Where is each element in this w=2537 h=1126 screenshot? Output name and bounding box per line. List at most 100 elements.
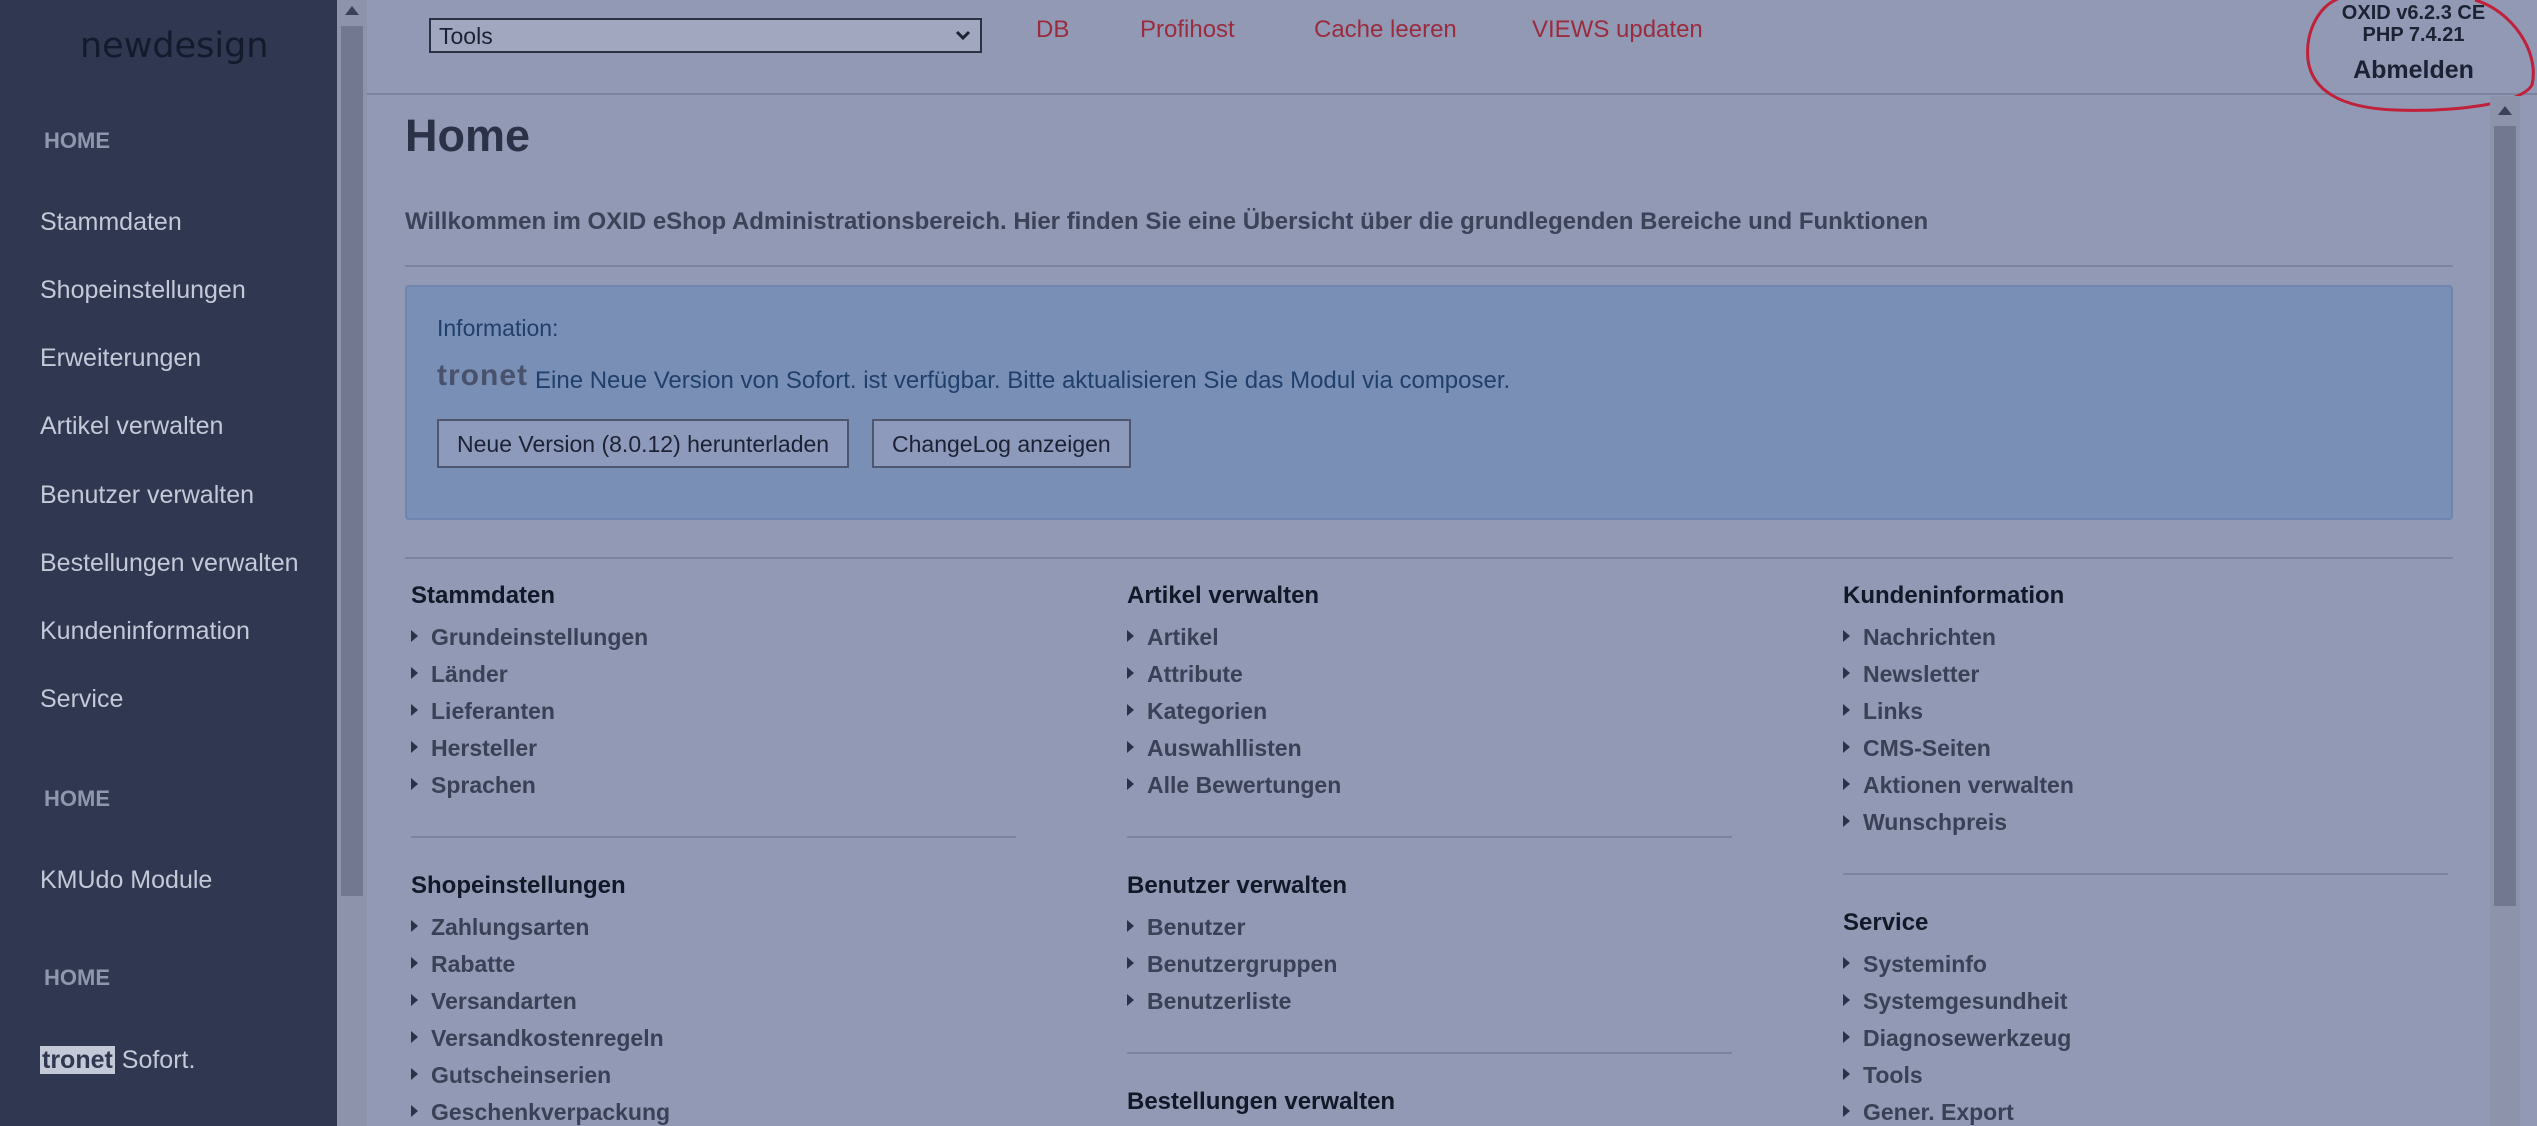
sidebar-item-benutzer-verwalten[interactable]: Benutzer verwalten — [40, 481, 254, 510]
sidebar-item-service[interactable]: Service — [40, 685, 123, 714]
link-gutscheinserien[interactable]: Gutscheinserien — [411, 1062, 611, 1089]
link-cms-seiten[interactable]: CMS-Seiten — [1843, 735, 1991, 762]
link-label: Benutzerliste — [1147, 988, 1292, 1014]
tools-select[interactable]: Tools — [429, 18, 982, 53]
link-systeminfo[interactable]: Systeminfo — [1843, 951, 1987, 978]
link-links[interactable]: Links — [1843, 698, 1923, 725]
link-gener-export[interactable]: Gener. Export — [1843, 1099, 2014, 1126]
caret-right-icon — [1127, 993, 1134, 1006]
scroll-up-arrow-icon[interactable] — [345, 6, 359, 15]
caret-right-icon — [1127, 956, 1134, 969]
caret-right-icon — [1843, 956, 1850, 969]
nav-heading-home[interactable]: HOME — [44, 128, 110, 154]
link-kategorien[interactable]: Kategorien — [1127, 698, 1267, 725]
link-label: Benutzergruppen — [1147, 951, 1338, 977]
link-artikel[interactable]: Artikel — [1127, 624, 1219, 651]
link-sprachen[interactable]: Sprachen — [411, 772, 536, 799]
info-label: Information: — [437, 315, 559, 341]
link-hersteller[interactable]: Hersteller — [411, 735, 537, 762]
section-title-kundeninformation: Kundeninformation — [1843, 582, 2065, 609]
link-label: Auswahllisten — [1147, 735, 1302, 761]
link-label: Lieferanten — [431, 698, 555, 724]
link-rabatte[interactable]: Rabatte — [411, 951, 515, 978]
link-benutzerliste[interactable]: Benutzerliste — [1127, 988, 1291, 1015]
link-auswahllisten[interactable]: Auswahllisten — [1127, 735, 1302, 762]
views-updaten-link[interactable]: VIEWS updaten — [1532, 16, 1703, 44]
caret-right-icon — [411, 629, 418, 642]
sidebar-item-stammdaten[interactable]: Stammdaten — [40, 208, 182, 237]
link-wunschpreis[interactable]: Wunschpreis — [1843, 809, 2007, 836]
sidebar-item-erweiterungen[interactable]: Erweiterungen — [40, 344, 201, 373]
scroll-up-arrow-icon[interactable] — [2498, 106, 2512, 115]
link-nachrichten[interactable]: Nachrichten — [1843, 624, 1996, 651]
profihost-link[interactable]: Profihost — [1140, 16, 1235, 44]
main-scrollbar[interactable] — [2490, 96, 2520, 1126]
cache-leeren-link[interactable]: Cache leeren — [1314, 16, 1457, 44]
link-newsletter[interactable]: Newsletter — [1843, 661, 1979, 688]
link-label: Gutscheinserien — [431, 1062, 612, 1088]
changelog-button[interactable]: ChangeLog anzeigen — [872, 419, 1131, 468]
intro-text: Willkommen im OXID eShop Administrations… — [405, 208, 1929, 235]
caret-right-icon — [1843, 777, 1850, 790]
sidebar-item-kmudo-module[interactable]: KMUdo Module — [40, 866, 212, 895]
caret-right-icon — [411, 1067, 418, 1080]
link-versandarten[interactable]: Versandarten — [411, 988, 577, 1015]
section-title-service: Service — [1843, 909, 1929, 936]
sidebar-item-bestellungen-verwalten[interactable]: Bestellungen verwalten — [40, 549, 299, 578]
sidebar-item-artikel-verwalten[interactable]: Artikel verwalten — [40, 412, 223, 441]
link-label: Wunschpreis — [1863, 809, 2007, 835]
link-benutzer[interactable]: Benutzer — [1127, 914, 1245, 941]
scrollbar-thumb[interactable] — [2494, 126, 2516, 906]
link-label: Sprachen — [431, 772, 536, 798]
caret-right-icon — [1843, 1067, 1850, 1080]
link-label: Hersteller — [431, 735, 538, 761]
caret-right-icon — [1843, 740, 1850, 753]
link-laender[interactable]: Länder — [411, 661, 508, 688]
info-alert: Information: tronet Eine Neue Version vo… — [405, 285, 2453, 520]
link-label: CMS-Seiten — [1863, 735, 1991, 761]
link-aktionen-verwalten[interactable]: Aktionen verwalten — [1843, 772, 2074, 799]
link-systemgesundheit[interactable]: Systemgesundheit — [1843, 988, 2068, 1015]
link-label: Benutzer — [1147, 914, 1246, 940]
divider — [405, 557, 2453, 559]
link-attribute[interactable]: Attribute — [1127, 661, 1243, 688]
page-title: Home — [405, 110, 531, 161]
caret-right-icon — [1843, 666, 1850, 679]
link-grundeinstellungen[interactable]: Grundeinstellungen — [411, 624, 648, 651]
link-label: Länder — [431, 661, 508, 687]
link-versandkostenregeln[interactable]: Versandkostenregeln — [411, 1025, 664, 1052]
section-title-shopeinstellungen: Shopeinstellungen — [411, 872, 626, 899]
link-benutzergruppen[interactable]: Benutzergruppen — [1127, 951, 1337, 978]
sidebar-item-kundeninformation[interactable]: Kundeninformation — [40, 617, 250, 646]
caret-right-icon — [1127, 740, 1134, 753]
nav-heading-home[interactable]: HOME — [44, 965, 110, 991]
caret-right-icon — [1843, 629, 1850, 642]
sidebar-item-shopeinstellungen[interactable]: Shopeinstellungen — [40, 276, 246, 305]
tronet-logo-icon: tronet — [437, 359, 528, 392]
link-label: Systemgesundheit — [1863, 988, 2068, 1014]
divider — [1127, 1052, 1732, 1054]
link-zahlungsarten[interactable]: Zahlungsarten — [411, 914, 589, 941]
caret-right-icon — [1843, 1030, 1850, 1043]
sidebar-scrollbar[interactable] — [337, 0, 367, 1126]
link-tools[interactable]: Tools — [1843, 1062, 1923, 1089]
link-label: Links — [1863, 698, 1924, 724]
divider — [1843, 873, 2448, 875]
caret-right-icon — [411, 777, 418, 790]
caret-right-icon — [1843, 1104, 1850, 1117]
db-link[interactable]: DB — [1036, 16, 1069, 44]
link-label: Kategorien — [1147, 698, 1268, 724]
section-title-benutzer-verwalten: Benutzer verwalten — [1127, 872, 1348, 899]
link-label: Artikel — [1147, 624, 1219, 650]
nav-heading-home[interactable]: HOME — [44, 786, 110, 812]
link-alle-bewertungen[interactable]: Alle Bewertungen — [1127, 772, 1341, 799]
link-lieferanten[interactable]: Lieferanten — [411, 698, 555, 725]
scrollbar-thumb[interactable] — [341, 26, 363, 896]
sidebar-nav: newdesign HOME Stammdaten Shopeinstellun… — [0, 0, 337, 1126]
download-new-version-button[interactable]: Neue Version (8.0.12) herunterladen — [437, 419, 850, 468]
link-geschenkverpackung[interactable]: Geschenkverpackung — [411, 1099, 670, 1126]
link-diagnosewerkzeug[interactable]: Diagnosewerkzeug — [1843, 1025, 2071, 1052]
divider — [411, 836, 1016, 838]
link-label: Geschenkverpackung — [431, 1099, 671, 1125]
sidebar-item-tronet-sofort[interactable]: tronet Sofort. — [40, 1046, 195, 1075]
